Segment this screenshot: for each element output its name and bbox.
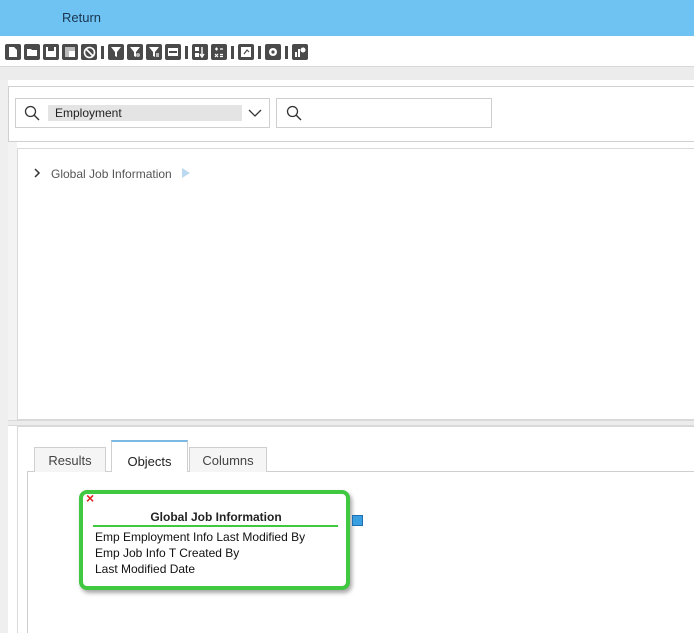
query-gutter bbox=[8, 142, 17, 426]
object-combobox[interactable]: Employment bbox=[15, 98, 270, 128]
calculator-icon[interactable] bbox=[211, 44, 227, 60]
new-document-icon[interactable] bbox=[5, 44, 21, 60]
tab-results[interactable]: Results bbox=[34, 447, 106, 472]
object-field[interactable]: Last Modified Date bbox=[95, 562, 195, 577]
object-card-divider bbox=[93, 525, 338, 527]
combobox-value: Employment bbox=[55, 106, 122, 120]
save-as-icon[interactable] bbox=[62, 44, 78, 60]
chevron-down-icon[interactable] bbox=[248, 107, 262, 121]
object-field[interactable]: Emp Job Info T Created By bbox=[95, 546, 239, 561]
left-gutter bbox=[0, 80, 8, 633]
results-left-border bbox=[27, 471, 28, 633]
tree-item-global-job-information[interactable]: Global Job Information bbox=[34, 166, 190, 182]
query-search-input[interactable] bbox=[276, 98, 492, 128]
toolbar-separator bbox=[258, 46, 261, 59]
query-tree-panel bbox=[17, 148, 694, 420]
sort-az-icon[interactable] bbox=[192, 44, 208, 60]
filter-settings-icon[interactable] bbox=[127, 44, 143, 60]
object-card-title: Global Job Information bbox=[150, 510, 282, 524]
tab-objects[interactable]: Objects bbox=[111, 440, 188, 472]
tree-item-label: Global Job Information bbox=[51, 167, 172, 181]
top-bar: Return bbox=[0, 0, 694, 36]
remove-object-icon[interactable]: × bbox=[86, 491, 94, 505]
toolbar-separator bbox=[285, 46, 288, 59]
search-icon bbox=[24, 105, 40, 124]
toolbar-separator bbox=[231, 46, 234, 59]
toolbar-separator bbox=[101, 46, 104, 59]
toolbar-separator bbox=[185, 46, 188, 59]
filter-text-icon[interactable] bbox=[165, 44, 181, 60]
cancel-icon[interactable] bbox=[81, 44, 97, 60]
tab-columns[interactable]: Columns bbox=[189, 447, 267, 472]
toolbar bbox=[0, 36, 694, 66]
open-folder-icon[interactable] bbox=[24, 44, 40, 60]
object-table-icon[interactable] bbox=[352, 515, 363, 526]
save-icon[interactable] bbox=[43, 44, 59, 60]
object-field[interactable]: Emp Employment Info Last Modified By bbox=[95, 530, 305, 545]
refresh-icon[interactable] bbox=[238, 44, 254, 60]
toolbar-divider bbox=[0, 66, 694, 80]
chart-icon[interactable] bbox=[292, 44, 308, 60]
play-arrow-icon[interactable] bbox=[181, 167, 190, 181]
chevron-right-icon[interactable] bbox=[34, 167, 41, 181]
filter-icon[interactable] bbox=[108, 44, 124, 60]
filter-help-icon[interactable] bbox=[146, 44, 162, 60]
return-link[interactable]: Return bbox=[62, 10, 101, 25]
search-icon bbox=[286, 105, 302, 124]
object-card[interactable]: × Global Job Information Emp Employment … bbox=[79, 490, 350, 590]
gear-icon[interactable] bbox=[265, 44, 281, 60]
